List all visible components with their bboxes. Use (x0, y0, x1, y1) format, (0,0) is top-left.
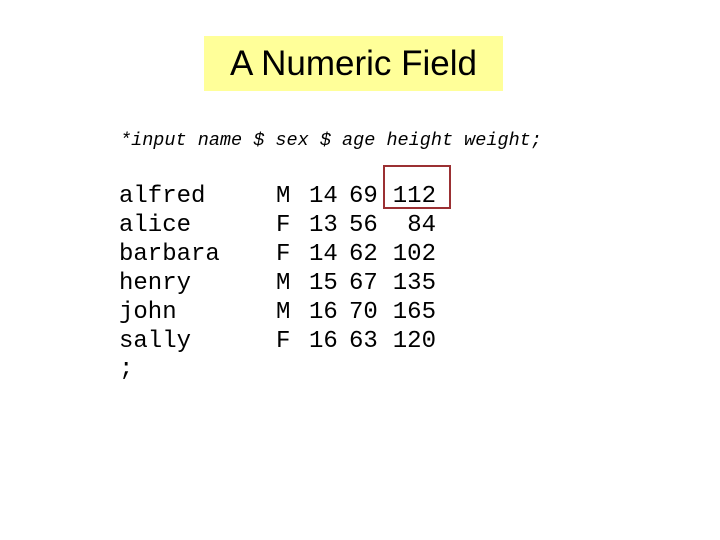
height-cell: 67 (349, 270, 378, 297)
weight-cell: 120 (392, 328, 436, 355)
age-cell: 14 (309, 241, 338, 268)
age-cell: 14 (309, 183, 338, 210)
datalines-terminator: ; (119, 356, 134, 383)
data-row: john M 16 70 165 (119, 298, 436, 327)
sex-cell: M (276, 299, 291, 326)
input-statement: *input name $ sex $ age height weight; (120, 130, 542, 151)
sex-cell: F (276, 328, 291, 355)
data-row: barbara F 14 62 102 (119, 240, 436, 269)
data-row: sally F 16 63 120 (119, 327, 436, 356)
weight-cell: 165 (392, 299, 436, 326)
name-cell: barbara (119, 241, 220, 268)
age-cell: 16 (309, 299, 338, 326)
title-box: A Numeric Field (204, 36, 503, 91)
age-cell: 13 (309, 212, 338, 239)
weight-field-highlight (383, 165, 451, 209)
name-cell: sally (119, 328, 192, 355)
name-cell: alice (119, 212, 192, 239)
slide-title: A Numeric Field (229, 43, 478, 83)
name-cell: henry (119, 270, 192, 297)
age-cell: 16 (309, 328, 338, 355)
weight-cell: 84 (407, 212, 436, 239)
weight-cell: 135 (392, 270, 436, 297)
height-cell: 56 (349, 212, 378, 239)
sex-cell: F (276, 212, 291, 239)
height-cell: 70 (349, 299, 378, 326)
data-row: henry M 15 67 135 (119, 269, 436, 298)
name-cell: alfred (119, 183, 206, 210)
sex-cell: M (276, 183, 291, 210)
weight-cell: 102 (392, 241, 436, 268)
name-cell: john (119, 299, 177, 326)
height-cell: 63 (349, 328, 378, 355)
sex-cell: F (276, 241, 291, 268)
age-cell: 15 (309, 270, 338, 297)
height-cell: 62 (349, 241, 378, 268)
sex-cell: M (276, 270, 291, 297)
data-row: alice F 13 56 84 (119, 211, 436, 240)
